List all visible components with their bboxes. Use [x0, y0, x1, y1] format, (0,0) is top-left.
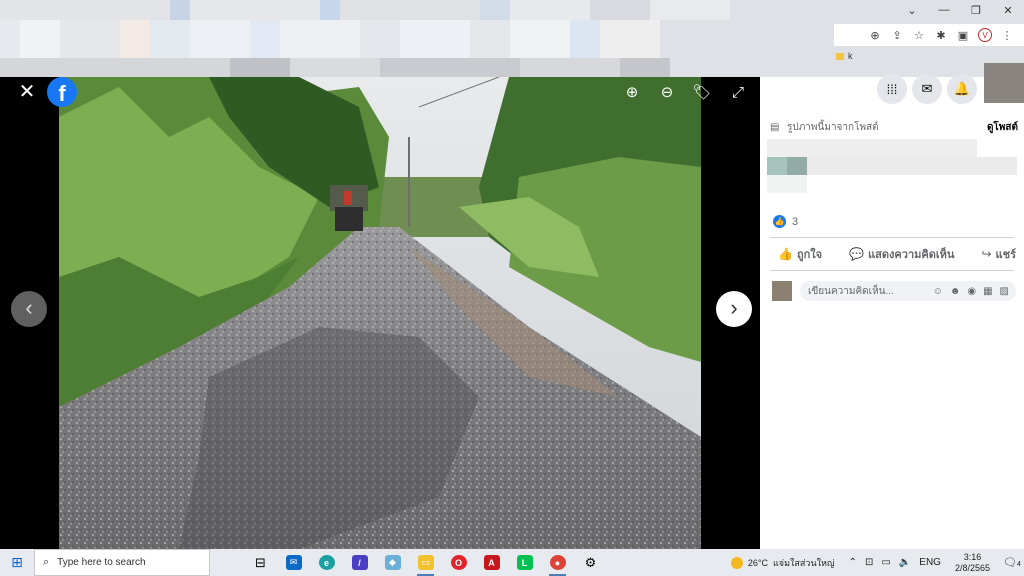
- window-controls: ⌄ — ❐ ✕: [896, 0, 1024, 20]
- folder-icon: [836, 52, 844, 60]
- blurred-tab-strip: [0, 0, 730, 20]
- taskbar-search[interactable]: ⌕ Type here to search: [34, 549, 210, 576]
- settings-gear-icon[interactable]: ⚙: [574, 549, 607, 576]
- bookmark-star-icon[interactable]: ☆: [912, 29, 926, 42]
- close-window-button[interactable]: ✕: [992, 0, 1024, 20]
- camera-icon[interactable]: ◉: [967, 286, 976, 297]
- avatar: [772, 281, 792, 301]
- adobe-icon[interactable]: A: [475, 549, 508, 576]
- comment-input[interactable]: เขียนความคิดเห็น... ☺ ☻ ◉ ▦ ▨: [800, 281, 1016, 301]
- zoom-in-icon[interactable]: ⊕: [622, 83, 642, 103]
- language-indicator[interactable]: ENG: [919, 557, 941, 568]
- design-app-icon[interactable]: /: [343, 549, 376, 576]
- extension-bar: ⊕ ⇪ ☆ ✱ ▣ V ⋮: [834, 24, 1024, 46]
- chevron-up-icon[interactable]: ⌃: [849, 557, 857, 568]
- facebook-logo[interactable]: f: [47, 77, 77, 107]
- reactions-row[interactable]: 👍 3: [773, 215, 798, 228]
- like-reaction-icon: 👍: [773, 215, 786, 228]
- file-explorer-icon[interactable]: ▭: [409, 549, 442, 576]
- comment-composer: เขียนความคิดเห็น... ☺ ☻ ◉ ▦ ▨: [772, 281, 1016, 301]
- photo: [59, 77, 701, 549]
- comment-button[interactable]: 💬 แสดงความคิดเห็น: [849, 245, 954, 263]
- next-photo-button[interactable]: ›: [716, 291, 752, 327]
- panel-header: ⁞⁞⁞ ✉ 🔔: [760, 63, 1024, 109]
- weather-widget[interactable]: 26°C แจ่มใสส่วนใหญ่: [730, 556, 835, 570]
- weather-sun-icon: [730, 556, 743, 569]
- gif-icon[interactable]: ▦: [983, 286, 992, 297]
- from-post-row: ▤ รูปภาพนี้มาจากโพสต์ ดูโพสต์: [770, 119, 1018, 135]
- zoom-out-icon[interactable]: ⊖: [657, 83, 677, 103]
- from-post-text: รูปภาพนี้มาจากโพสต์: [787, 121, 879, 133]
- post-side-panel: ⁞⁞⁞ ✉ 🔔 ▤ รูปภาพนี้มาจากโพสต์ ดูโพสต์ 👍 …: [760, 63, 1024, 549]
- messenger-icon[interactable]: ✉: [912, 74, 942, 104]
- mail-icon[interactable]: ✉: [277, 549, 310, 576]
- comment-icon: 💬: [849, 247, 865, 261]
- taskbar: ⊞ ⌕ Type here to search ⊟ ✉ e / ◆ ▭ O A …: [0, 549, 1024, 576]
- taskbar-apps: ⊟ ✉ e / ◆ ▭ O A L ● ⚙: [244, 549, 607, 576]
- menu-grid-icon[interactable]: ⁞⁞⁞: [877, 74, 907, 104]
- reaction-count: 3: [792, 215, 799, 228]
- blurred-address-bar: [0, 20, 660, 58]
- tag-icon[interactable]: 🏷: [692, 83, 712, 103]
- zoom-icon[interactable]: ⊕: [868, 29, 882, 42]
- road-photo: [59, 77, 701, 549]
- notification-center-icon[interactable]: 🗨4: [1000, 556, 1024, 569]
- bookmark-item[interactable]: k: [836, 48, 853, 64]
- blurred-bookmarks: [0, 58, 670, 77]
- tab-search-icon[interactable]: ⌄: [896, 0, 928, 20]
- opera-icon[interactable]: O: [442, 549, 475, 576]
- maximize-button[interactable]: ❐: [960, 0, 992, 20]
- task-view-icon[interactable]: ⊟: [244, 549, 277, 576]
- menu-icon[interactable]: ⋮: [1000, 29, 1014, 42]
- view-post-link[interactable]: ดูโพสต์: [987, 120, 1018, 135]
- close-viewer-button[interactable]: ✕: [16, 81, 38, 103]
- search-icon: ⌕: [43, 556, 50, 568]
- sticker-icon[interactable]: ▨: [1000, 286, 1009, 297]
- fullscreen-icon[interactable]: ⤢: [728, 83, 748, 103]
- edge-icon[interactable]: e: [310, 549, 343, 576]
- tool-app-icon[interactable]: ◆: [376, 549, 409, 576]
- notifications-bell-icon[interactable]: 🔔: [947, 74, 977, 104]
- extensions-icon[interactable]: ✱: [934, 29, 948, 42]
- avatar-sticker-icon[interactable]: ☺: [933, 286, 943, 297]
- line-icon[interactable]: L: [508, 549, 541, 576]
- emoji-icon[interactable]: ☻: [950, 286, 961, 297]
- network-icon[interactable]: ⊡: [865, 557, 873, 568]
- screen: ⌄ — ❐ ✕ ⊕ ⇪ ☆ ✱ ▣ V ⋮ k ✕ f ⊕ ⊖ 🏷 ⤢ ‹ › …: [0, 0, 1024, 576]
- share-button[interactable]: ↪ แชร์: [981, 245, 1016, 263]
- post-actions: 👍 ถูกใจ 💬 แสดงความคิดเห็น ↪ แชร์: [778, 245, 1016, 263]
- system-tray: 26°C แจ่มใสส่วนใหญ่ ⌃ ⊡ ▭ 🔈 ENG 3:16 2/8…: [730, 549, 1024, 576]
- battery-icon[interactable]: ▭: [881, 557, 890, 568]
- like-button[interactable]: 👍 ถูกใจ: [778, 245, 822, 263]
- volume-icon[interactable]: 🔈: [899, 557, 911, 568]
- browser-chrome: ⌄ — ❐ ✕ ⊕ ⇪ ☆ ✱ ▣ V ⋮ k: [0, 0, 1024, 77]
- previous-photo-button[interactable]: ‹: [11, 291, 47, 327]
- minimize-button[interactable]: —: [928, 0, 960, 20]
- clock[interactable]: 3:16 2/8/2565: [955, 552, 990, 574]
- divider: [770, 237, 1014, 238]
- photo-viewer: ✕ f ⊕ ⊖ 🏷 ⤢ ‹ ›: [0, 77, 760, 549]
- post-icon: ▤: [770, 121, 780, 133]
- share-icon[interactable]: ⇪: [890, 29, 904, 42]
- share-arrow-icon: ↪: [981, 247, 992, 261]
- divider: [770, 270, 1014, 271]
- thumbs-up-icon: 👍: [778, 247, 793, 261]
- side-panel-icon[interactable]: ▣: [956, 29, 970, 42]
- chrome-icon[interactable]: ●: [541, 549, 574, 576]
- avatar[interactable]: [984, 63, 1024, 103]
- windows-start-icon[interactable]: ⊞: [0, 554, 34, 571]
- profile-icon[interactable]: V: [978, 28, 992, 42]
- blurred-caption: [767, 139, 1017, 197]
